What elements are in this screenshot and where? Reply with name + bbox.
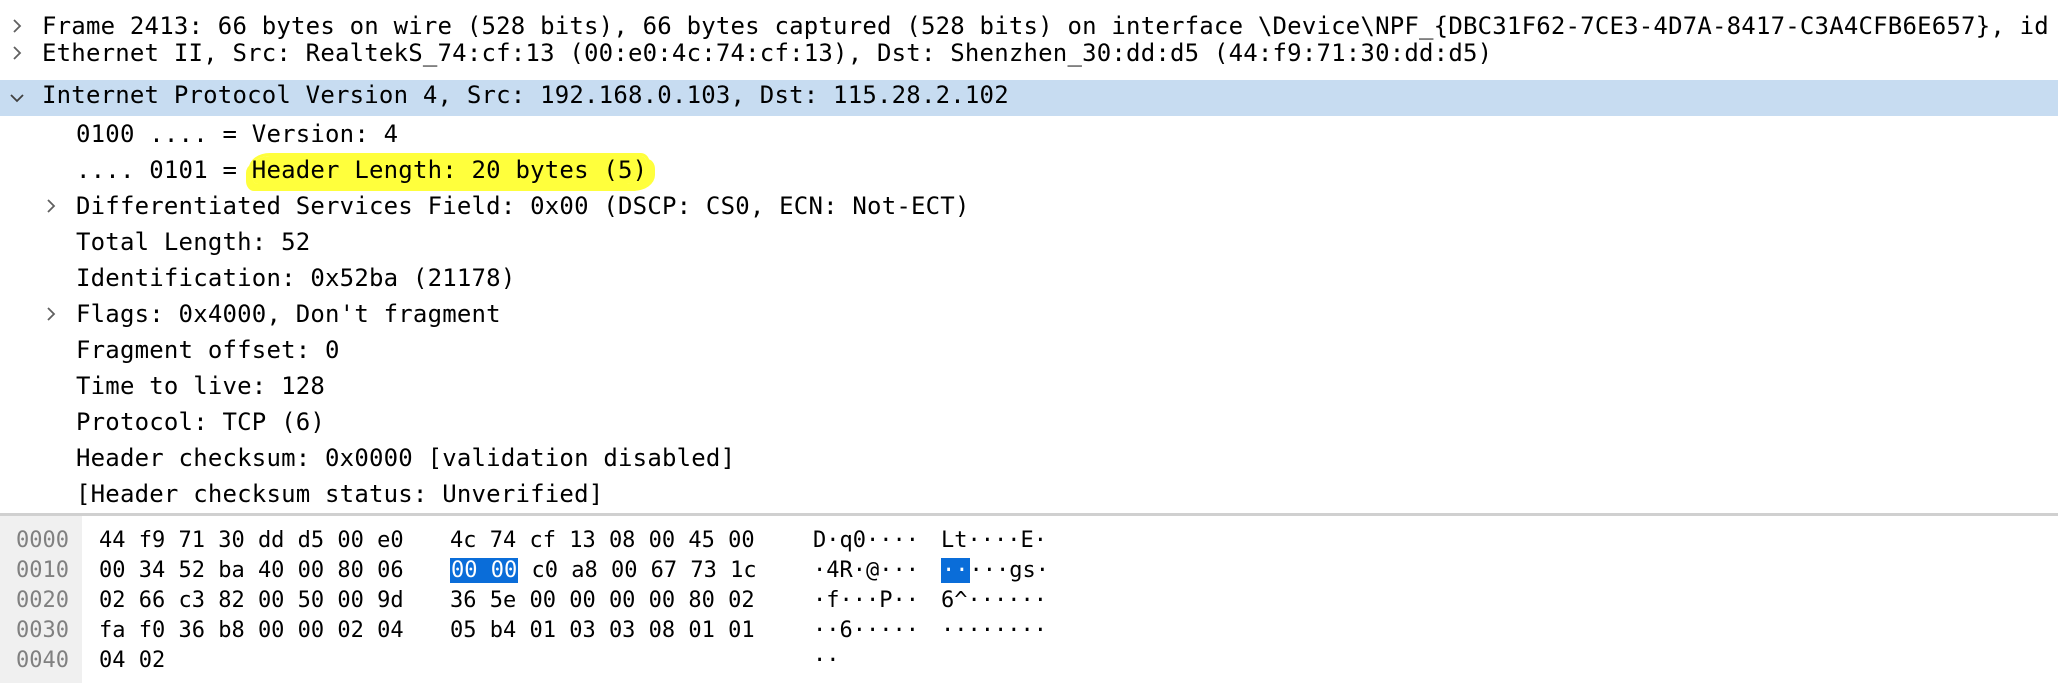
hex-row[interactable]: 0010 00 34 52 ba 40 00 80 06 00 00 c0 a8… bbox=[0, 556, 2058, 586]
tree-row-ethernet[interactable]: Ethernet II, Src: RealtekS_74:cf:13 (00:… bbox=[0, 35, 2058, 71]
byte-offset: 0000 bbox=[16, 528, 69, 553]
tree-row-label: Flags: 0x4000, Don't fragment bbox=[76, 300, 501, 328]
tree-row-label: 0100 .... = Version: 4 bbox=[76, 120, 399, 148]
tree-row-header-length[interactable]: .... 0101 = Header Length: 20 bytes (5) bbox=[0, 152, 2058, 188]
hex-bytes[interactable]: 05 b4 01 03 03 08 01 01 bbox=[450, 616, 755, 646]
tree-row-total-length[interactable]: Total Length: 52 bbox=[0, 224, 2058, 260]
ascii-bytes[interactable]: ·4R·@··· bbox=[813, 556, 919, 586]
chevron-right-icon[interactable] bbox=[8, 17, 26, 35]
packet-bytes-pane[interactable]: 0000 44 f9 71 30 dd d5 00 e0 4c 74 cf 13… bbox=[0, 516, 2058, 683]
tree-row-label: Identification: 0x52ba (21178) bbox=[76, 264, 516, 292]
tree-row-checksum[interactable]: Header checksum: 0x0000 [validation disa… bbox=[0, 440, 2058, 476]
chevron-right-icon[interactable] bbox=[42, 197, 60, 215]
tree-row-label: .... 0101 = Header Length: 20 bytes (5) bbox=[76, 152, 648, 188]
tree-row-version[interactable]: 0100 .... = Version: 4 bbox=[0, 116, 2058, 152]
selected-ascii-bytes[interactable]: ·· bbox=[941, 558, 970, 583]
hex-row[interactable]: 0040 04 02 ·· bbox=[0, 646, 2058, 676]
hex-bytes[interactable]: 00 34 52 ba 40 00 80 06 bbox=[99, 556, 404, 586]
hex-bytes[interactable]: 02 66 c3 82 00 50 00 9d bbox=[99, 586, 404, 616]
hex-bytes[interactable]: 00 00 c0 a8 00 67 73 1c bbox=[450, 556, 757, 586]
tree-row-label: Protocol: TCP (6) bbox=[76, 408, 326, 436]
byte-offset: 0030 bbox=[16, 618, 69, 643]
ascii-bytes[interactable]: 6^······ bbox=[941, 586, 1047, 616]
ascii-bytes[interactable]: ········ bbox=[941, 616, 1047, 646]
packet-details-pane[interactable]: Frame 2413: 66 bytes on wire (528 bits),… bbox=[0, 0, 2058, 516]
chevron-right-icon[interactable] bbox=[42, 305, 60, 323]
selected-hex-bytes[interactable]: 00 00 bbox=[450, 558, 519, 583]
tree-row-label: Ethernet II, Src: RealtekS_74:cf:13 (00:… bbox=[42, 39, 1493, 67]
tree-row-label: Total Length: 52 bbox=[76, 228, 311, 256]
ascii-bytes-rest[interactable]: ···gs· bbox=[970, 558, 1049, 583]
hex-row[interactable]: 0020 02 66 c3 82 00 50 00 9d 36 5e 00 00… bbox=[0, 586, 2058, 616]
tree-row-checksum-status[interactable]: [Header checksum status: Unverified] bbox=[0, 476, 2058, 512]
tree-row-ttl[interactable]: Time to live: 128 bbox=[0, 368, 2058, 404]
tree-row-label: Fragment offset: 0 bbox=[76, 336, 340, 364]
highlighted-text: Header Length: 20 bytes (5) bbox=[251, 156, 648, 184]
tree-row-protocol[interactable]: Protocol: TCP (6) bbox=[0, 404, 2058, 440]
hex-bytes-rest[interactable]: c0 a8 00 67 73 1c bbox=[518, 558, 756, 583]
hex-bytes[interactable]: 44 f9 71 30 dd d5 00 e0 bbox=[99, 526, 404, 556]
tree-row-label: Time to live: 128 bbox=[76, 372, 326, 400]
ascii-bytes[interactable]: ·f···P·· bbox=[813, 586, 919, 616]
tree-row-label: [Header checksum status: Unverified] bbox=[76, 480, 604, 508]
byte-offset: 0020 bbox=[16, 588, 69, 613]
hex-row[interactable]: 0030 fa f0 36 b8 00 00 02 04 05 b4 01 03… bbox=[0, 616, 2058, 646]
hex-bytes[interactable]: 36 5e 00 00 00 00 80 02 bbox=[450, 586, 755, 616]
tree-row-fragment-offset[interactable]: Fragment offset: 0 bbox=[0, 332, 2058, 368]
chevron-down-icon[interactable] bbox=[8, 89, 26, 107]
tree-row-label: Internet Protocol Version 4, Src: 192.16… bbox=[42, 81, 1009, 109]
ascii-bytes[interactable]: Lt····E· bbox=[941, 526, 1047, 556]
tree-row-identification[interactable]: Identification: 0x52ba (21178) bbox=[0, 260, 2058, 296]
bitfield-prefix: .... 0101 = bbox=[76, 156, 252, 184]
hex-bytes[interactable]: fa f0 36 b8 00 00 02 04 bbox=[99, 616, 404, 646]
tree-row-ipv4[interactable]: Internet Protocol Version 4, Src: 192.16… bbox=[0, 80, 2058, 116]
tree-row-dsfield[interactable]: Differentiated Services Field: 0x00 (DSC… bbox=[0, 188, 2058, 224]
ascii-bytes[interactable]: ··6····· bbox=[813, 616, 919, 646]
byte-offset: 0040 bbox=[16, 648, 69, 673]
ascii-bytes[interactable]: D·q0···· bbox=[813, 526, 919, 556]
ascii-bytes[interactable]: ·····gs· bbox=[941, 556, 1049, 586]
tree-row-label: Differentiated Services Field: 0x00 (DSC… bbox=[76, 192, 970, 220]
tree-row-flags[interactable]: Flags: 0x4000, Don't fragment bbox=[0, 296, 2058, 332]
chevron-right-icon[interactable] bbox=[8, 44, 26, 62]
byte-offset: 0010 bbox=[16, 558, 69, 583]
ascii-bytes[interactable]: ·· bbox=[813, 646, 840, 676]
hex-bytes[interactable]: 4c 74 cf 13 08 00 45 00 bbox=[450, 526, 755, 556]
hex-row[interactable]: 0000 44 f9 71 30 dd d5 00 e0 4c 74 cf 13… bbox=[0, 526, 2058, 556]
hex-bytes[interactable]: 04 02 bbox=[99, 646, 165, 676]
tree-row-label: Header checksum: 0x0000 [validation disa… bbox=[76, 444, 736, 472]
